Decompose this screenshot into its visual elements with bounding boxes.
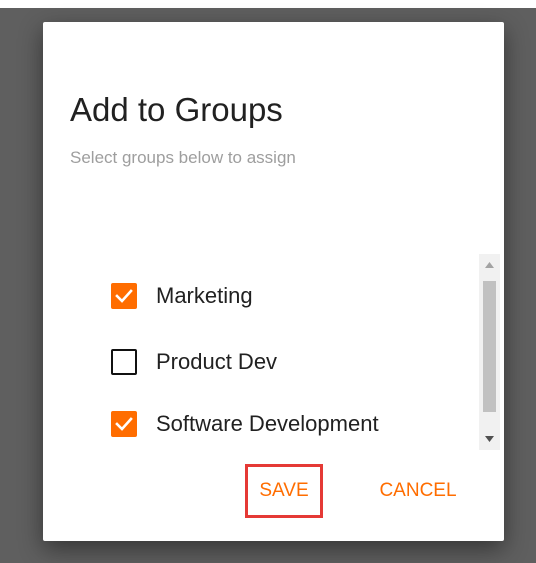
software-development-checkbox[interactable]: [111, 411, 137, 437]
scroll-thumb[interactable]: [483, 281, 496, 412]
product-dev-checkbox[interactable]: [111, 349, 137, 375]
group-label-software-development: Software Development: [156, 411, 379, 436]
dialog-title: Add to Groups: [70, 91, 283, 128]
marketing-checkbox[interactable]: [111, 283, 137, 309]
dialog-actions: SAVE CANCEL: [43, 464, 504, 518]
add-to-groups-dialog: Add to Groups Select groups below to ass…: [43, 22, 504, 541]
group-item-software-development[interactable]: Software Development: [111, 409, 379, 439]
group-item-marketing[interactable]: Marketing: [111, 281, 253, 311]
save-button[interactable]: SAVE: [245, 464, 323, 518]
check-icon: [115, 289, 133, 303]
scroll-up-arrow-icon[interactable]: [479, 254, 500, 276]
dialog-subtitle: Select groups below to assign: [70, 148, 296, 167]
page-behind-dialog: [0, 0, 536, 8]
group-label-marketing: Marketing: [156, 283, 253, 308]
groups-list: Marketing Product Dev Software Developme…: [43, 254, 504, 450]
group-item-product-dev[interactable]: Product Dev: [111, 347, 277, 377]
group-label-product-dev: Product Dev: [156, 349, 278, 374]
cancel-button[interactable]: CANCEL: [363, 464, 473, 518]
check-icon: [115, 417, 133, 431]
groups-scrollbar[interactable]: [479, 254, 500, 450]
scroll-down-arrow-icon[interactable]: [479, 428, 500, 450]
